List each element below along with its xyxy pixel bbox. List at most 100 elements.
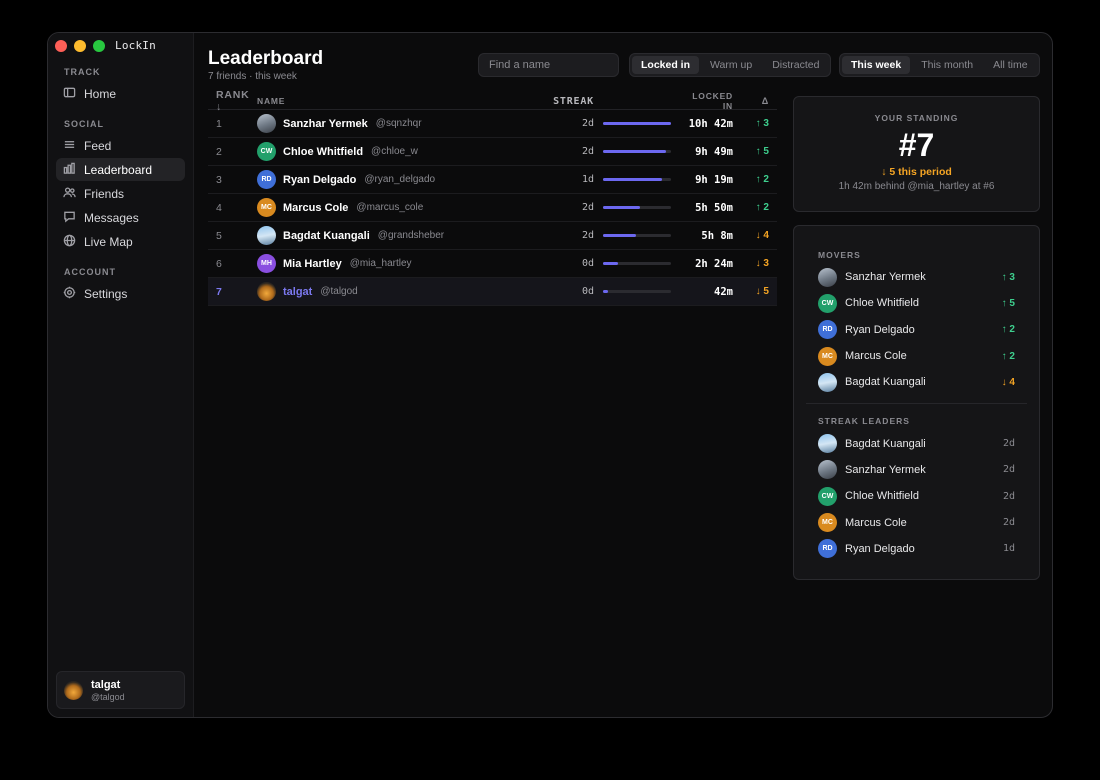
standing-rank: #7 [898,127,935,163]
movers-list: Sanzhar Yermek ↑ 3 CW Chloe Whitfield ↑ 5 RD R… [806,264,1027,395]
movers-and-streaks-card: MOVERS Sanzhar Yermek ↑ 3 CW Chloe Whitfiel… [793,225,1040,580]
avatar: RD [818,320,837,340]
movers-label: MOVERS [818,250,861,260]
progress-cell [594,290,681,293]
streak-value: 2d [1002,490,1015,502]
standing-change: ↓ 5 this period [881,166,952,178]
table-row[interactable]: 1 Sanzhar Yermek @sqnzhqr 2d 10h 42m ↑ 3 [208,110,777,138]
name-cell: talgat @talgod [257,282,550,301]
sidebar-item-settings[interactable]: Settings [56,282,185,305]
sidebar-item-label: Settings [84,286,128,301]
sidebar-item-label: Live Map [84,234,133,249]
app-title: LockIn [115,39,156,52]
sidebar: LockIn TRACK Home SOCIAL Feed Leaderboard Fri… [48,33,194,717]
sidebar-item-home[interactable]: Home [56,82,185,105]
close-window-button[interactable] [55,40,67,52]
delta-cell: ↑ 2 [755,202,769,213]
streak-cell: 2d [581,146,594,157]
table-row[interactable]: 3 RD Ryan Delgado @ryan_delgado 1d 9h 19m ↑ 2 [208,166,777,194]
streak-cell: 2d [581,230,594,241]
progress-bar [603,150,671,153]
user-name[interactable]: Ryan Delgado [283,174,356,186]
user-handle: @chloe_w [371,146,418,157]
column-header-name[interactable]: NAME [257,96,550,106]
table-row[interactable]: 4 MC Marcus Cole @marcus_cole 2d 5h 50m ↑ 2 [208,194,777,222]
delta-cell: ↑ 3 [755,118,769,129]
user-name: Ryan Delgado [845,323,915,336]
mover-item[interactable]: Bagdat Kuangali ↓ 4 [806,369,1027,395]
current-user-card[interactable]: talgat @talgod [56,671,185,709]
divider [806,403,1027,405]
table-row[interactable]: 2 CW Chloe Whitfield @chloe_w 2d 9h 49m ↑ 5 [208,138,777,166]
streak-leaders-list: Bagdat Kuangali 2d Sanzhar Yermek 2d CW Chloe… [806,430,1027,561]
search-input[interactable] [478,53,619,77]
name-cell: Sanzhar Yermek @sqnzhqr [257,114,550,133]
current-user-handle: @talgod [91,691,125,702]
user-handle: @ryan_delgado [364,174,436,185]
rank-cell: 1 [216,117,222,130]
locked-in-cell: 42m [714,285,733,298]
avatar [818,267,837,287]
chart-icon [63,162,76,178]
user-name[interactable]: Chloe Whitfield [283,146,363,158]
table-row[interactable]: 6 MH Mia Hartley @mia_hartley 0d 2h 24m ↓ 3 [208,250,777,278]
mover-item[interactable]: MC Marcus Cole ↑ 2 [806,343,1027,369]
delta-cell: ↓ 4 [755,230,769,241]
tab-all-time[interactable]: All time [984,56,1036,74]
user-name: Marcus Cole [845,350,907,363]
user-name: Ryan Delgado [845,542,915,555]
streak-leader-item[interactable]: RD Ryan Delgado 1d [806,536,1027,562]
user-handle: @grandsheber [377,230,445,241]
page-title: Leaderboard [208,48,324,69]
name-cell: MH Mia Hartley @mia_hartley [257,254,550,273]
streak-value: 2d [1002,517,1015,529]
user-name[interactable]: Sanzhar Yermek [283,118,368,130]
progress-bar [603,262,671,265]
name-cell: CW Chloe Whitfield @chloe_w [257,142,550,161]
table-row[interactable]: 7 talgat @talgod 0d 42m ↓ 5 [208,278,777,306]
locked-in-cell: 5h 50m [695,201,733,214]
locked-in-cell: 5h 8m [701,229,733,242]
rank-cell: 3 [216,173,222,186]
zoom-window-button[interactable] [93,40,105,52]
avatar: RD [818,539,837,559]
column-header-rank[interactable]: RANK ↓ [208,89,257,113]
sidebar-item-leaderboard[interactable]: Leaderboard [56,158,185,181]
sidebar-item-friends[interactable]: Friends [56,182,185,205]
streak-leader-item[interactable]: MC Marcus Cole 2d [806,509,1027,535]
rank-cell: 2 [216,145,222,158]
delta-value: ↑ 2 [1001,350,1015,362]
progress-cell [594,262,681,265]
mover-item[interactable]: CW Chloe Whitfield ↑ 5 [806,290,1027,316]
streak-leader-item[interactable]: Bagdat Kuangali 2d [806,430,1027,456]
mover-item[interactable]: RD Ryan Delgado ↑ 2 [806,317,1027,343]
delta-cell: ↑ 2 [755,174,769,185]
name-cell: MC Marcus Cole @marcus_cole [257,198,550,217]
progress-bar-fill [603,178,663,181]
tab-this-week[interactable]: This week [842,56,911,74]
minimize-window-button[interactable] [74,40,86,52]
streak-leader-item[interactable]: Sanzhar Yermek 2d [806,457,1027,483]
tab-locked-in[interactable]: Locked in [632,56,700,74]
table-row[interactable]: 5 Bagdat Kuangali @grandsheber 2d 5h 8m ↓ 4 [208,222,777,250]
user-name[interactable]: talgat [283,286,312,298]
user-name[interactable]: Bagdat Kuangali [283,230,370,242]
column-header-streak[interactable]: STREAK [550,96,594,107]
user-name[interactable]: Mia Hartley [283,258,342,270]
mover-item[interactable]: Sanzhar Yermek ↑ 3 [806,264,1027,290]
tab-distracted[interactable]: Distracted [763,56,828,74]
user-handle: @mia_hartley [349,258,412,269]
tab-warm-up[interactable]: Warm up [701,56,761,74]
column-header-locked-in[interactable]: LOCKED IN [681,91,733,111]
column-header-delta[interactable]: Δ [733,96,777,106]
user-name: Chloe Whitfield [845,490,919,503]
avatar [64,680,83,700]
user-name[interactable]: Marcus Cole [283,202,348,214]
tab-this-month[interactable]: This month [912,56,982,74]
main-content: Leaderboard 7 friends · this week Locked… [194,33,1052,717]
sidebar-item-live-map[interactable]: Live Map [56,230,185,253]
streak-leader-item[interactable]: CW Chloe Whitfield 2d [806,483,1027,509]
sidebar-item-feed[interactable]: Feed [56,134,185,157]
current-user-name: talgat [91,678,121,691]
sidebar-item-messages[interactable]: Messages [56,206,185,229]
